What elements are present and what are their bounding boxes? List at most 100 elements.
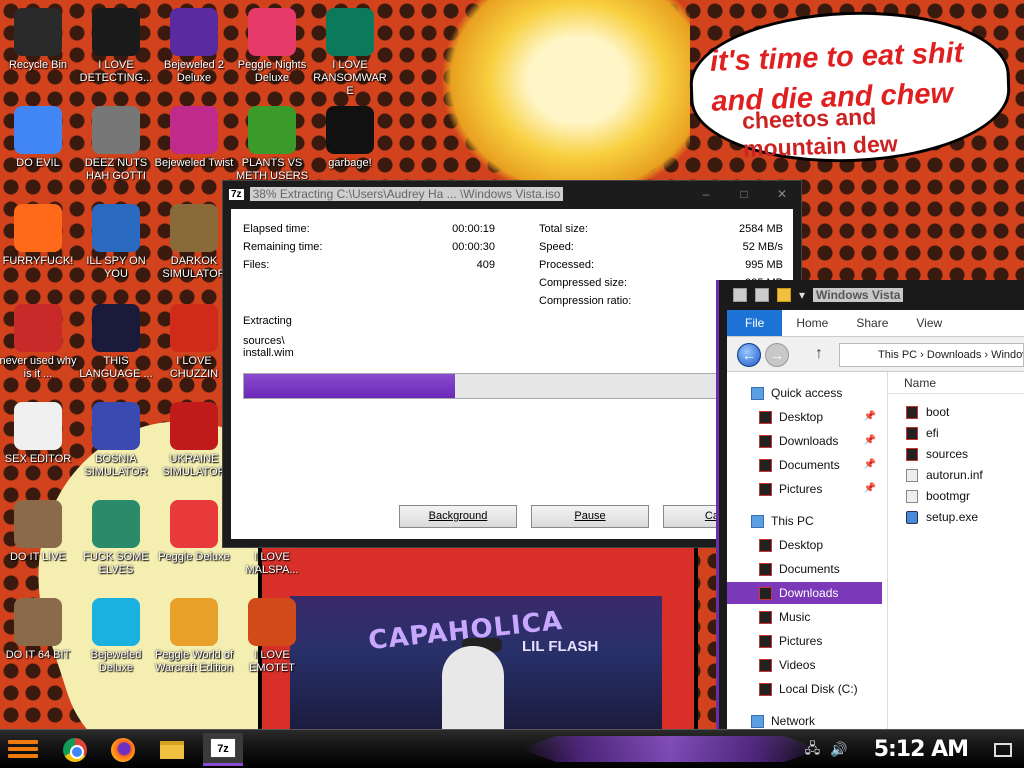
desktop-icon-label: Peggle Deluxe xyxy=(158,551,230,563)
pin-icon[interactable]: 📌 xyxy=(864,430,876,452)
sidebar-item[interactable]: Pictures xyxy=(727,630,882,652)
volume-icon[interactable]: 🔊 xyxy=(830,741,847,758)
close-button[interactable]: ✕ xyxy=(763,187,801,201)
desktop-icon[interactable]: PLANTS VS METH USERS xyxy=(232,106,312,183)
explorer-title-bar[interactable]: ▾ Windows Vista xyxy=(719,280,1024,310)
seven-zip-icon: 7z xyxy=(210,738,236,758)
file-row[interactable]: setup.exe xyxy=(906,507,978,527)
chevron-down-icon[interactable]: ▾ xyxy=(799,288,805,302)
desktop-icon[interactable]: DO IT 64 BIT xyxy=(0,598,78,662)
file-row[interactable]: sources xyxy=(906,444,968,464)
app-icon xyxy=(733,288,747,302)
processed-value: 995 MB xyxy=(745,259,783,271)
sidebar-item[interactable]: Desktop 📌 xyxy=(727,406,882,428)
clock[interactable]: 5:12 AM xyxy=(858,737,984,762)
sidebar-item[interactable]: Desktop xyxy=(727,534,882,556)
sidebar-item[interactable]: Documents 📌 xyxy=(727,454,882,476)
taskbar-chrome[interactable] xyxy=(55,733,95,766)
name-column-header[interactable]: Name xyxy=(888,372,1024,394)
pause-button[interactable]: Pause xyxy=(531,505,649,528)
desktop-icon[interactable]: Recycle Bin xyxy=(0,8,78,72)
pin-icon[interactable]: 📌 xyxy=(864,406,876,428)
elapsed-label: Elapsed time: xyxy=(243,223,310,235)
pin-icon[interactable]: 📌 xyxy=(864,454,876,476)
sidebar-item-label: Desktop xyxy=(779,538,824,552)
desktop-icon-label: DEEZ NUTS HAH GOTTI xyxy=(84,157,148,182)
zip-extract-dialog[interactable]: 7z 38% Extracting C:\Users\Audrey Ha ...… xyxy=(222,180,802,548)
tab-file[interactable]: File xyxy=(727,310,783,336)
desktop-icon[interactable]: THIS LANGUAGE ... xyxy=(76,304,156,381)
minimize-button[interactable]: – xyxy=(687,187,725,201)
tab-view[interactable]: View xyxy=(902,310,956,336)
start-button[interactable] xyxy=(8,735,38,763)
peggle-icon xyxy=(170,598,218,646)
properties-icon[interactable] xyxy=(755,288,769,302)
desktop-icon-label: ILL SPY ON YOU xyxy=(86,255,146,280)
mine-icon xyxy=(92,402,140,450)
taskbar-7zip[interactable]: 7z xyxy=(203,733,243,766)
sidebar-item-label: Documents xyxy=(779,562,840,576)
sidebar-item[interactable]: Pictures 📌 xyxy=(727,478,882,500)
taskbar-firefox[interactable] xyxy=(103,733,143,766)
background-button[interactable]: Background xyxy=(399,505,517,528)
file-row[interactable]: autorun.inf xyxy=(906,465,983,485)
desktop-icon[interactable]: I LOVE EMOTET xyxy=(232,598,312,675)
sidebar-item[interactable]: Local Disk (C:) xyxy=(727,678,882,700)
desktop-icon[interactable]: Peggle World of Warcraft Edition xyxy=(154,598,234,675)
taskbar-explorer[interactable] xyxy=(152,733,192,766)
address-bar[interactable]: This PC › Downloads › Windows Vista xyxy=(839,343,1024,367)
desktop-icon[interactable]: FURRYFUCK! xyxy=(0,204,78,268)
desktop-icon[interactable]: DO EVIL xyxy=(0,106,78,170)
desktop-icon[interactable]: never used why is it ... xyxy=(0,304,78,381)
navigation-bar: ← → ↑ This PC › Downloads › Windows Vist… xyxy=(727,336,1024,372)
notification-icon[interactable] xyxy=(994,742,1012,757)
sidebar-item[interactable]: Downloads 📌 xyxy=(727,430,882,452)
desktop-icon[interactable]: SEX EDITOR xyxy=(0,402,78,466)
desktop-icon[interactable]: Bejeweled 2 Deluxe xyxy=(154,8,234,85)
explorer-window[interactable]: ▾ Windows Vista File Home Share View ← →… xyxy=(716,280,1024,730)
up-arrow-icon[interactable]: ↑ xyxy=(815,345,823,363)
desktop-icon-label: THIS LANGUAGE ... xyxy=(79,355,153,380)
desktop-icon[interactable]: ILL SPY ON YOU xyxy=(76,204,156,281)
desktop-icon[interactable]: BOSNIA SIMULATOR xyxy=(76,402,156,479)
file-row[interactable]: bootmgr xyxy=(906,486,970,506)
desktop-icon[interactable]: Bejeweled Deluxe xyxy=(76,598,156,675)
desktop-icon-label: never used why is it ... xyxy=(0,355,77,380)
sidebar-item[interactable]: This PC xyxy=(727,510,882,532)
desktop-icon[interactable]: Peggle Nights Deluxe xyxy=(232,8,312,85)
desktop-icon[interactable]: I LOVE DETECTING... xyxy=(76,8,156,85)
desktop-icon[interactable]: I LOVE RANSOMWARE xyxy=(310,8,390,98)
tab-home[interactable]: Home xyxy=(782,310,842,336)
desktop-icon-label: garbage! xyxy=(328,157,372,169)
processed-label: Processed: xyxy=(539,259,595,271)
desktop-icon[interactable]: DO IT LIVE xyxy=(0,500,78,564)
desktop-icon-label: Peggle World of Warcraft Edition xyxy=(154,649,234,674)
desktop-icon-label: I LOVE DETECTING... xyxy=(79,59,153,84)
sidebar-item-label: Quick access xyxy=(771,386,843,400)
zip-title-bar[interactable]: 7z 38% Extracting C:\Users\Audrey Ha ...… xyxy=(223,181,801,207)
new-folder-icon[interactable] xyxy=(777,288,791,302)
sidebar-item[interactable]: Documents xyxy=(727,558,882,580)
plant-icon xyxy=(248,106,296,154)
tab-share[interactable]: Share xyxy=(842,310,902,336)
file-row[interactable]: boot xyxy=(906,402,949,422)
file-row[interactable]: efi xyxy=(906,423,939,443)
sidebar-item[interactable]: Videos xyxy=(727,654,882,676)
sidebar-item[interactable]: Quick access xyxy=(727,382,882,404)
desktop-icon[interactable]: DEEZ NUTS HAH GOTTI xyxy=(76,106,156,183)
forward-button[interactable]: → xyxy=(765,343,789,367)
pin-icon[interactable]: 📌 xyxy=(864,478,876,500)
zip-window-controls: – □ ✕ xyxy=(687,187,801,201)
files-value: 409 xyxy=(476,259,495,271)
network-icon[interactable]: 🖧 xyxy=(805,738,821,762)
sidebar-item[interactable]: Music xyxy=(727,606,882,628)
desktop-icon[interactable]: garbage! xyxy=(310,106,390,170)
desktop-icon-label: Recycle Bin xyxy=(8,59,68,71)
desktop-icon[interactable]: Bejeweled Twist xyxy=(154,106,234,170)
maximize-button[interactable]: □ xyxy=(725,187,763,201)
folder-icon xyxy=(759,411,772,424)
zip-title-text: 38% Extracting C:\Users\Audrey Ha ... \W… xyxy=(249,187,564,201)
sidebar-item[interactable]: Downloads xyxy=(727,582,882,604)
desktop-icon[interactable]: FUCK SOME ELVES xyxy=(76,500,156,577)
back-button[interactable]: ← xyxy=(737,343,761,367)
